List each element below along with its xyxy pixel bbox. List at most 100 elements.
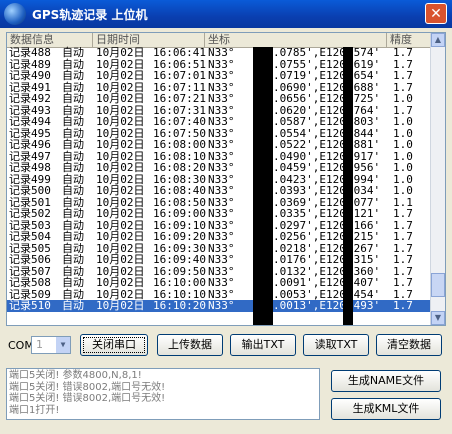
- row-date: 10月02日: [96, 299, 145, 312]
- row-lat: N33°: [208, 184, 235, 197]
- row-mode: 自动: [62, 69, 84, 82]
- row-record: 记录494: [9, 115, 51, 128]
- row-mode: 自动: [62, 276, 84, 289]
- row-lat: N33°: [208, 207, 235, 220]
- table-row[interactable]: 记录502 自动 10月02日 16:09:00 N33° .0335',E120° 312…: [7, 208, 433, 220]
- row-accuracy: 1.7: [393, 299, 413, 312]
- table-row[interactable]: 记录498 自动 10月02日 16:08:20 N33° .0459',E120° 295…: [7, 162, 433, 174]
- scroll-thumb[interactable]: [431, 273, 445, 297]
- table-row[interactable]: 记录488 自动 10月02日 16:06:41 N33° .0785',E120° 257…: [7, 47, 433, 59]
- column-header-info[interactable]: 数据信息: [7, 33, 93, 47]
- generate-name-file-button[interactable]: 生成NAME文件: [331, 370, 441, 392]
- table-row[interactable]: 记录500 自动 10月02日 16:08:40 N33° .0393',E120° 303…: [7, 185, 433, 197]
- row-coord: .0013',E120°: [273, 299, 353, 312]
- window-title: GPS轨迹记录 上位机: [32, 8, 148, 22]
- row-lat: N33°: [208, 253, 235, 266]
- clear-data-button[interactable]: 清空数据: [376, 334, 442, 356]
- column-header-datetime[interactable]: 日期时间: [93, 33, 205, 47]
- row-coord: .0587',E120°: [273, 115, 353, 128]
- redaction-bar: [253, 47, 273, 325]
- row-accuracy: 1.7: [393, 207, 413, 220]
- globe-icon: [4, 3, 26, 25]
- row-lat: N33°: [208, 115, 235, 128]
- row-record: 记录488: [9, 46, 51, 59]
- read-txt-button[interactable]: 读取TXT: [303, 334, 369, 356]
- row-mode: 自动: [62, 184, 84, 197]
- row-coord: .0522',E120°: [273, 138, 353, 151]
- generate-kml-file-button[interactable]: 生成KML文件: [331, 398, 441, 420]
- row-accuracy: 1.7: [393, 253, 413, 266]
- row-time: 16:08:00: [153, 138, 206, 151]
- row-record: 记录502: [9, 207, 51, 220]
- row-time: 16:09:20: [153, 230, 206, 243]
- row-coord: .0335',E120°: [273, 207, 353, 220]
- row-accuracy: 1.7: [393, 276, 413, 289]
- row-mode: 自动: [62, 299, 84, 312]
- row-date: 10月02日: [96, 69, 145, 82]
- log-line: 端口5关闭! 错误8002,端口号无效!: [9, 393, 166, 404]
- log-output[interactable]: 端口5关闭! 参数4800,N,8,1! 端口5关闭! 错误8002,端口号无效…: [6, 368, 320, 420]
- row-mode: 自动: [62, 253, 84, 266]
- row-mode: 自动: [62, 138, 84, 151]
- row-date: 10月02日: [96, 184, 145, 197]
- table-row[interactable]: 记录496 自动 10月02日 16:08:00 N33° .0522',E120° 288…: [7, 139, 433, 151]
- row-accuracy: 1.7: [393, 46, 413, 59]
- table-row[interactable]: 记录492 自动 10月02日 16:07:21 N33° .0656',E120° 272…: [7, 93, 433, 105]
- table-row[interactable]: 记录504 自动 10月02日 16:09:20 N33° .0256',E120° 321…: [7, 231, 433, 243]
- row-lat: N33°: [208, 276, 235, 289]
- chevron-down-icon[interactable]: ▼: [56, 337, 70, 353]
- table-row[interactable]: 记录490 自动 10月02日 16:07:01 N33° .0719',E120° 265…: [7, 70, 433, 82]
- row-coord: .0656',E120°: [273, 92, 353, 105]
- title-bar: GPS轨迹记录 上位机 ✕: [0, 0, 452, 28]
- row-mode: 自动: [62, 92, 84, 105]
- row-lat: N33°: [208, 299, 235, 312]
- row-date: 10月02日: [96, 46, 145, 59]
- row-mode: 自动: [62, 115, 84, 128]
- row-date: 10月02日: [96, 115, 145, 128]
- row-lat: N33°: [208, 92, 235, 105]
- row-lat: N33°: [208, 161, 235, 174]
- row-time: 16:10:20: [153, 299, 206, 312]
- com-select[interactable]: 1 ▼: [31, 336, 71, 354]
- log-line: 端口1打开!: [9, 404, 60, 416]
- row-mode: 自动: [62, 207, 84, 220]
- vertical-scrollbar[interactable]: ▲ ▼: [430, 33, 445, 325]
- row-accuracy: 1.0: [393, 138, 413, 151]
- row-time: 16:08:40: [153, 184, 206, 197]
- row-mode: 自动: [62, 46, 84, 59]
- row-record: 记录504: [9, 230, 51, 243]
- table-row[interactable]: 记录494 自动 10月02日 16:07:40 N33° .0587',E120° 280…: [7, 116, 433, 128]
- redaction-bar: [343, 47, 353, 325]
- list-rows: 记录488 自动 10月02日 16:06:41 N33° .0785',E120° 257…: [7, 47, 433, 312]
- row-time: 16:06:41: [153, 46, 206, 59]
- row-lat: N33°: [208, 46, 235, 59]
- row-lat: N33°: [208, 230, 235, 243]
- row-date: 10月02日: [96, 276, 145, 289]
- row-coord: .0393',E120°: [273, 184, 353, 197]
- row-record: 记录510: [9, 299, 51, 312]
- upload-data-button[interactable]: 上传数据: [157, 334, 223, 356]
- table-row[interactable]: 记录508 自动 10月02日 16:10:00 N33° .0091',E120° 340…: [7, 277, 433, 289]
- log-line: 端口5关闭! 参数4800,N,8,1!: [9, 370, 142, 381]
- row-time: 16:09:00: [153, 207, 206, 220]
- scroll-down-icon[interactable]: ▼: [431, 311, 445, 325]
- row-time: 16:07:21: [153, 92, 206, 105]
- column-header-accuracy[interactable]: 精度: [387, 33, 433, 47]
- column-header-coords[interactable]: 坐标: [205, 33, 387, 47]
- table-row[interactable]: 记录510 自动 10月02日 16:10:20 N33° .0013',E120° 349…: [7, 300, 433, 312]
- scroll-up-icon[interactable]: ▲: [431, 33, 445, 47]
- row-lat: N33°: [208, 138, 235, 151]
- record-list[interactable]: 数据信息 日期时间 坐标 精度 记录488 自动 10月02日 16:06:41 N33…: [6, 32, 446, 326]
- row-date: 10月02日: [96, 207, 145, 220]
- row-coord: .0256',E120°: [273, 230, 353, 243]
- row-record: 记录506: [9, 253, 51, 266]
- close-button[interactable]: ✕: [425, 3, 447, 24]
- row-accuracy: 1.7: [393, 230, 413, 243]
- row-date: 10月02日: [96, 253, 145, 266]
- table-row[interactable]: 记录506 自动 10月02日 16:09:40 N33° .0176',E120° 331…: [7, 254, 433, 266]
- row-accuracy: 1.0: [393, 92, 413, 105]
- export-txt-button[interactable]: 输出TXT: [230, 334, 296, 356]
- row-coord: .0785',E120°: [273, 46, 353, 59]
- close-port-button[interactable]: 关闭串口: [80, 334, 148, 356]
- com-value: 1: [36, 338, 43, 351]
